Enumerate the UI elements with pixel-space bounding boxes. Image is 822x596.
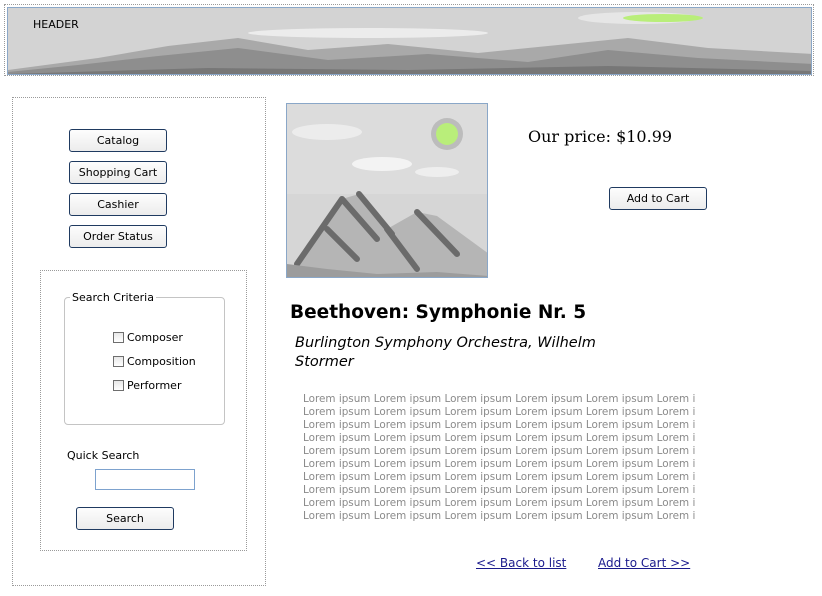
sidebar: Catalog Shopping Cart Cashier Order Stat… [12,97,266,586]
search-criteria-group: Search Criteria Composer Composition Per… [64,291,225,425]
composer-option[interactable]: Composer [113,330,183,344]
quick-search-label: Quick Search [67,449,140,462]
header-label: HEADER [33,18,79,31]
search-panel: Search Criteria Composer Composition Per… [40,270,247,551]
description-line: Lorem ipsum Lorem ipsum Lorem ipsum Lore… [303,484,696,496]
performer-checkbox[interactable] [113,379,124,391]
album-cover-image [287,104,487,277]
description-line: Lorem ipsum Lorem ipsum Lorem ipsum Lore… [303,419,696,431]
shopping-cart-button[interactable]: Shopping Cart [69,161,167,184]
description-line: Lorem ipsum Lorem ipsum Lorem ipsum Lore… [303,445,696,457]
composer-label: Composer [127,330,183,344]
search-criteria-title: Search Criteria [70,291,156,304]
add-to-cart-link[interactable]: Add to Cart >> [598,556,690,570]
landscape-banner-image [8,8,811,74]
add-to-cart-button[interactable]: Add to Cart [609,187,707,210]
composition-label: Composition [127,354,196,368]
back-to-list-link[interactable]: << Back to list [476,556,566,570]
product-title: Beethoven: Symphonie Nr. 5 [290,302,587,323]
description-line: Lorem ipsum Lorem ipsum Lorem ipsum Lore… [303,393,696,405]
product-image [286,103,488,278]
description-line: Lorem ipsum Lorem ipsum Lorem ipsum Lore… [303,497,696,509]
composition-checkbox[interactable] [113,355,124,367]
price-label: Our price: $10.99 [528,127,673,146]
description-line: Lorem ipsum Lorem ipsum Lorem ipsum Lore… [303,471,696,483]
product-description: Lorem ipsum Lorem ipsum Lorem ipsum Lore… [303,393,696,523]
product-artist: Burlington Symphony Orchestra, Wilhelm S… [295,335,596,370]
description-line: Lorem ipsum Lorem ipsum Lorem ipsum Lore… [303,458,696,470]
header-banner: HEADER [7,7,812,75]
description-line: Lorem ipsum Lorem ipsum Lorem ipsum Lore… [303,432,696,444]
composer-checkbox[interactable] [113,331,124,343]
composition-option[interactable]: Composition [113,354,196,368]
quick-search-input[interactable] [95,469,195,490]
cashier-button[interactable]: Cashier [69,193,167,216]
performer-label: Performer [127,378,182,392]
order-status-button[interactable]: Order Status [69,225,167,248]
description-line: Lorem ipsum Lorem ipsum Lorem ipsum Lore… [303,406,696,418]
search-button[interactable]: Search [76,507,174,530]
performer-option[interactable]: Performer [113,378,181,392]
description-line: Lorem ipsum Lorem ipsum Lorem ipsum Lore… [303,510,696,522]
catalog-button[interactable]: Catalog [69,129,167,152]
